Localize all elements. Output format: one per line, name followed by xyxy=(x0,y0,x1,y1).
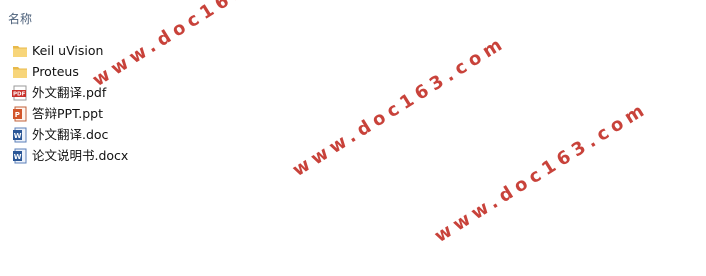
folder-icon xyxy=(12,43,28,59)
file-name: Proteus xyxy=(32,63,79,79)
file-item-docx[interactable]: W 论文说明书.docx xyxy=(10,145,270,166)
file-name: 论文说明书.docx xyxy=(32,147,129,163)
file-item-pdf[interactable]: PDF 外文翻译.pdf xyxy=(10,82,270,103)
ppt-icon: P xyxy=(12,106,28,122)
file-item-ppt[interactable]: P 答辩PPT.ppt xyxy=(10,103,270,124)
file-name: 外文翻译.pdf xyxy=(32,84,107,100)
watermark-text: www.doc163.com xyxy=(288,31,511,182)
svg-text:W: W xyxy=(14,153,22,161)
file-name: 外文翻译.doc xyxy=(32,126,109,142)
file-name: 答辩PPT.ppt xyxy=(32,105,103,121)
file-item-doc[interactable]: W 外文翻译.doc xyxy=(10,124,270,145)
column-header-name[interactable]: 名称 xyxy=(8,10,32,27)
svg-text:PDF: PDF xyxy=(13,91,26,97)
svg-text:W: W xyxy=(14,132,22,140)
docx-icon: W xyxy=(12,148,28,164)
folder-icon xyxy=(12,64,28,80)
file-name: Keil uVision xyxy=(32,42,104,58)
pdf-icon: PDF xyxy=(12,85,28,101)
watermark-text: www.doc163.com xyxy=(430,97,653,247)
file-explorer: 名称 Keil uVision Proteus PDF 外文翻译.pdf P 答… xyxy=(0,0,706,276)
svg-text:P: P xyxy=(15,111,20,119)
doc-icon: W xyxy=(12,127,28,143)
